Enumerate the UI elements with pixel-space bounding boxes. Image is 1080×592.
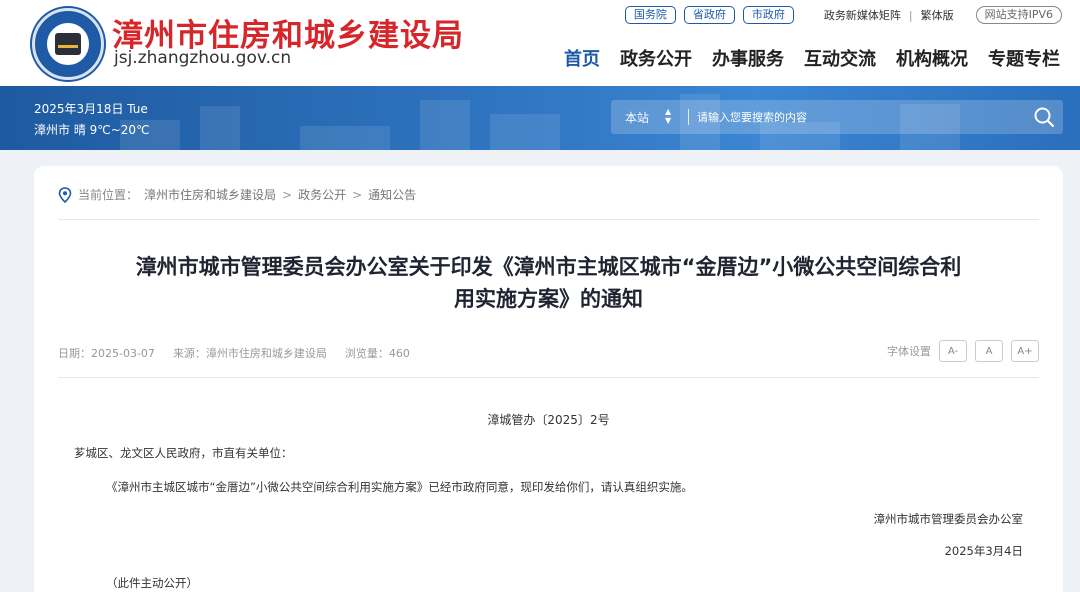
font-decrease-button[interactable]: A-	[939, 340, 967, 362]
article-views: 浏览量：460	[344, 347, 410, 360]
breadcrumb: 当前位置： 漳州市住房和城乡建设局 > 政务公开 > 通知公告	[58, 186, 416, 203]
font-default-button[interactable]: A	[975, 340, 1003, 362]
breadcrumb-item-notices[interactable]: 通知公告	[368, 186, 416, 203]
banner: 2025年3月18日 Tue 漳州市 晴 9℃~20℃ 本站 ▲ ▼	[0, 86, 1080, 150]
location-pin-icon	[58, 186, 72, 203]
link-media-matrix[interactable]: 政务新媒体矩阵	[824, 7, 901, 23]
article-card: 当前位置： 漳州市住房和城乡建设局 > 政务公开 > 通知公告 漳州市城市管理委…	[34, 166, 1063, 592]
search-icon[interactable]	[1033, 106, 1055, 128]
signature: 漳州市城市管理委员会办公室	[873, 512, 1024, 526]
breadcrumb-item-gov-affairs[interactable]: 政务公开	[298, 186, 346, 203]
breadcrumb-separator: >	[282, 187, 293, 202]
link-province-gov[interactable]: 省政府	[683, 6, 735, 24]
search-bar: 本站 ▲ ▼	[611, 100, 1063, 134]
logo-inner	[45, 21, 91, 67]
site-domain: jsj.zhangzhou.gov.cn	[114, 48, 292, 68]
skyline-shape	[200, 106, 240, 150]
article-date: 日期：2025-03-07	[58, 347, 155, 360]
link-city-gov[interactable]: 市政府	[742, 6, 794, 24]
nav-home[interactable]: 首页	[564, 45, 600, 71]
article-title: 漳州市城市管理委员会办公室关于印发《漳州市主城区城市“金厝边”小微公共空间综合利…	[58, 251, 1039, 315]
nav-topics[interactable]: 专题专栏	[988, 45, 1060, 71]
logo-emblem	[55, 33, 81, 55]
font-increase-button[interactable]: A+	[1011, 340, 1039, 362]
font-setting-label: 字体设置	[887, 345, 931, 358]
search-divider	[688, 109, 689, 125]
salutation: 芗城区、龙文区人民政府，市直有关单位：	[74, 446, 293, 460]
skyline-shape	[300, 126, 390, 150]
article-meta: 日期：2025-03-07 来源：漳州市住房和城乡建设局 浏览量：460	[58, 345, 410, 361]
article-source: 来源：漳州市住房和城乡建设局	[172, 347, 327, 360]
main-nav: 首页 政务公开 办事服务 互动交流 机构概况 专题专栏	[564, 45, 1060, 71]
sign-date: 2025年3月4日	[944, 544, 1023, 558]
ipv6-badge: 网站支持IPV6	[975, 6, 1062, 24]
skyline-shape	[490, 114, 560, 150]
font-size-controls: 字体设置 A- A A+	[887, 340, 1039, 362]
breadcrumb-separator: >	[352, 187, 363, 202]
nav-services[interactable]: 办事服务	[712, 45, 784, 71]
nav-about[interactable]: 机构概况	[896, 45, 968, 71]
current-date: 2025年3月18日 Tue	[34, 102, 148, 116]
breadcrumb-prefix: 当前位置：	[78, 188, 139, 202]
article-title-line: 漳州市城市管理委员会办公室关于印发《漳州市主城区城市“金厝边”小微公共空间综合利	[135, 255, 962, 279]
nav-gov-affairs[interactable]: 政务公开	[620, 45, 692, 71]
article-title-line: 用实施方案》的通知	[454, 287, 643, 311]
publicity-note: （此件主动公开）	[106, 576, 198, 590]
skyline-shape	[420, 100, 470, 150]
site-header: 漳州市住房和城乡建设局 jsj.zhangzhou.gov.cn 国务院 省政府…	[0, 0, 1080, 86]
updown-arrows-icon[interactable]: ▲ ▼	[665, 107, 671, 125]
divider: |	[908, 8, 913, 22]
site-logo-icon[interactable]	[32, 8, 104, 80]
breadcrumb-item-home[interactable]: 漳州市住房和城乡建设局	[144, 186, 276, 203]
nav-interaction[interactable]: 互动交流	[804, 45, 876, 71]
divider	[58, 377, 1039, 378]
weather-info: 漳州市 晴 9℃~20℃	[34, 123, 150, 137]
document-number: 漳城管办〔2025〕2号	[487, 413, 610, 427]
top-links: 国务院 省政府 市政府 政务新媒体矩阵 | 繁体版 网站支持IPV6	[624, 5, 1062, 25]
body-paragraph: 《漳州市主城区城市“金厝边”小微公共空间综合利用实施方案》已经市政府同意，现印发…	[106, 480, 693, 494]
search-input[interactable]	[697, 108, 1017, 126]
divider	[58, 219, 1039, 220]
link-traditional-chinese[interactable]: 繁体版	[921, 7, 954, 23]
search-scope-select[interactable]: 本站	[625, 109, 649, 126]
link-state-council[interactable]: 国务院	[624, 6, 676, 24]
